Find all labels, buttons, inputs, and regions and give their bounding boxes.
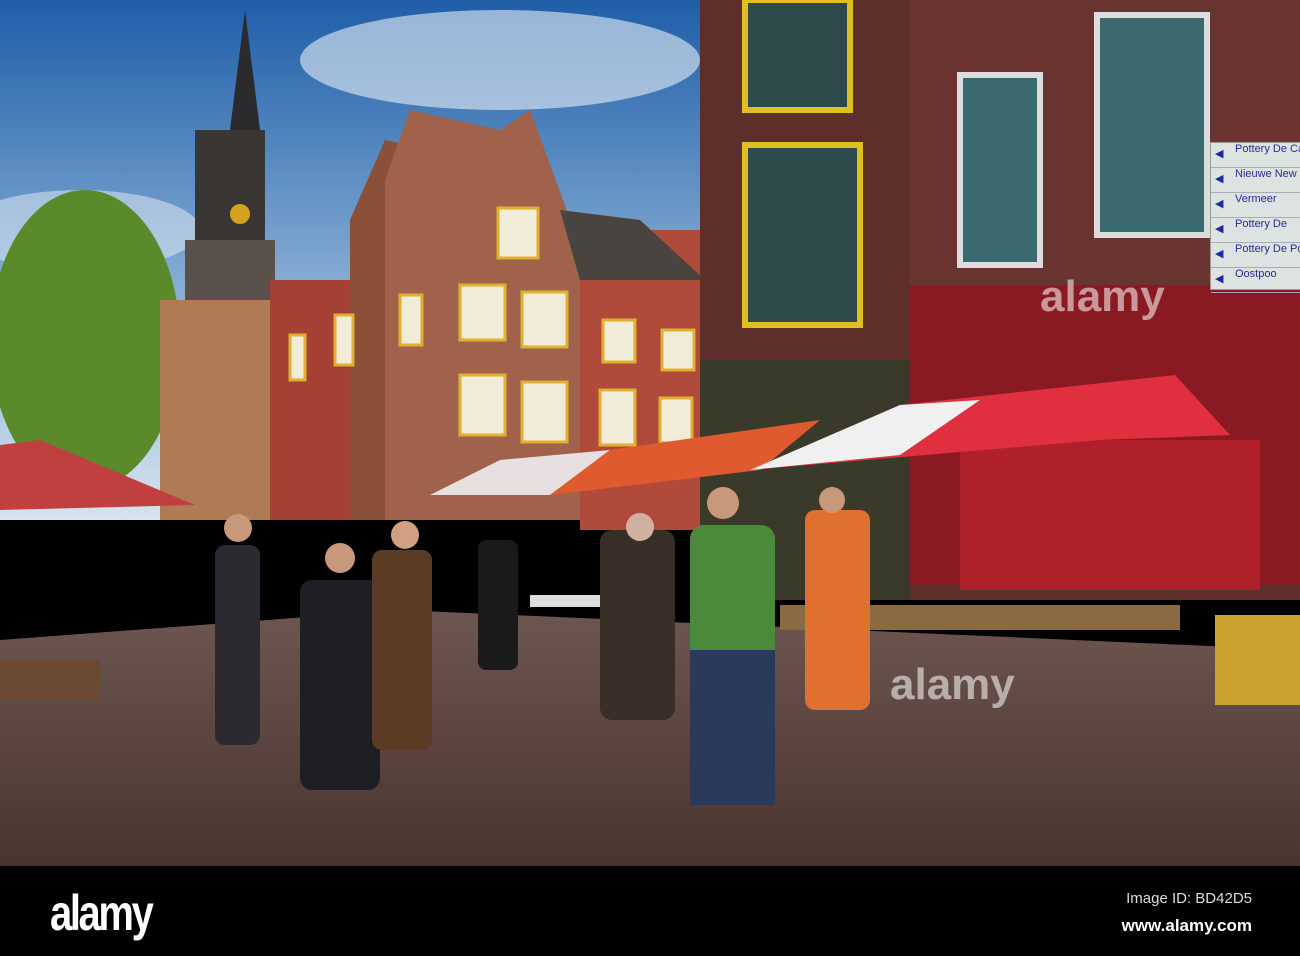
sign-pottery-de-candelaer: Pottery De Cand: [1211, 143, 1300, 168]
website-link[interactable]: www.alamy.com: [1122, 916, 1252, 936]
sign-nieuwe-kerk: Nieuwe New Ch: [1211, 168, 1300, 193]
sign-pottery-de-delftse: Pottery De: [1211, 218, 1300, 243]
sign-royal-delft: Pottery De Por Royal Delft: [1211, 243, 1300, 268]
stock-photo-page: Pottery De Cand Nieuwe New Ch Vermeer Po…: [0, 0, 1300, 956]
direction-signpost: Pottery De Cand Nieuwe New Ch Vermeer Po…: [1210, 142, 1300, 293]
footer-bar: alamy Image ID: BD42D5 www.alamy.com: [0, 866, 1300, 956]
image-id: Image ID: BD42D5: [1126, 890, 1252, 907]
sign-vermeer: Vermeer: [1211, 193, 1300, 218]
watermark-lower: alamy: [890, 660, 1015, 709]
market-street-photo: [0, 0, 1300, 866]
alamy-logo: alamy: [50, 885, 154, 941]
watermark-center: alamy: [1040, 272, 1165, 321]
sign-oostpoort: Oostpoo: [1211, 268, 1300, 293]
